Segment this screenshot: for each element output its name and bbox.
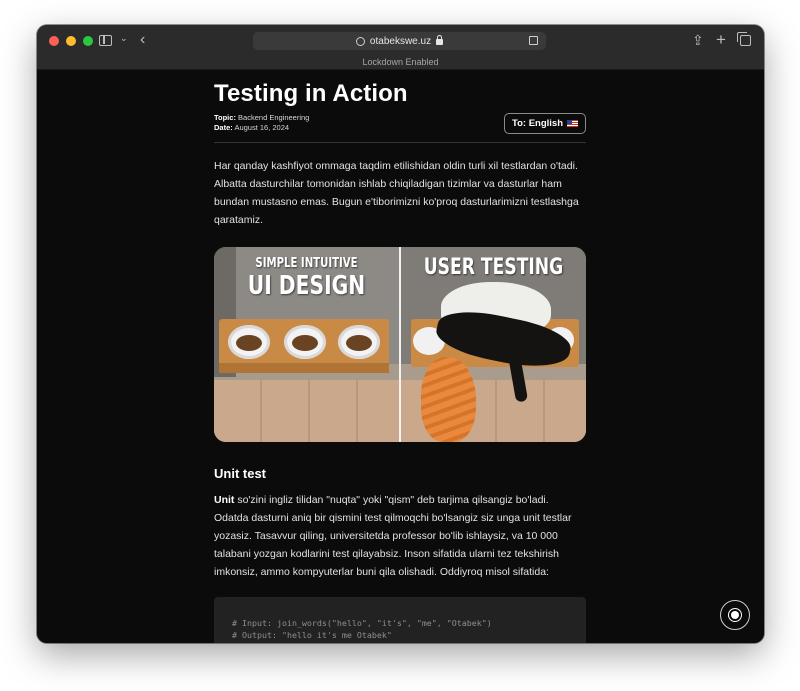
page-content[interactable]: Testing in Action Topic: Backend Enginee…: [37, 70, 764, 643]
tabs-icon[interactable]: [737, 32, 751, 46]
address-bar[interactable]: otabekswe.uz: [253, 32, 546, 50]
meme-caption-big: UI DESIGN: [247, 271, 366, 301]
code-line: # Output: "hello it's me Otabek": [232, 630, 392, 640]
minimize-window-button[interactable]: [66, 36, 76, 46]
close-window-button[interactable]: [49, 36, 59, 46]
intro-paragraph: Har qanday kashfiyot ommaga taqdim etili…: [214, 160, 579, 226]
page-title: Testing in Action: [214, 80, 408, 107]
meme-panel-right: USER TESTING: [401, 247, 586, 442]
section-heading: Unit test: [214, 466, 266, 481]
share-icon[interactable]: ⇪: [692, 33, 704, 47]
url-text: otabekswe.uz: [369, 35, 432, 47]
sun-icon: [731, 611, 739, 619]
plus-icon[interactable]: +: [716, 31, 726, 48]
theme-toggle-button[interactable]: [720, 600, 750, 630]
date-label: Date:: [214, 123, 233, 132]
reader-icon[interactable]: [529, 36, 538, 45]
lockdown-banner: Lockdown Enabled: [37, 57, 764, 70]
article-meta: Topic: Backend Engineering Date: August …: [214, 113, 586, 143]
browser-toolbar: ⌄ ‹ otabekswe.uz ⇪ +: [37, 25, 764, 57]
flag-icon: [567, 120, 578, 127]
translate-button[interactable]: To: English: [503, 113, 586, 134]
window-controls: [49, 36, 93, 46]
topic-label: Topic:: [214, 113, 236, 122]
lock-icon: [436, 35, 444, 45]
article: Testing in Action Topic: Backend Enginee…: [214, 70, 586, 643]
back-icon[interactable]: ‹: [140, 32, 145, 48]
date-value: August 16, 2024: [234, 123, 290, 132]
meme-caption-right: USER TESTING: [423, 255, 564, 280]
meme-image: SIMPLE INTUITIVE UI DESIGN USER TESTING: [214, 247, 586, 442]
topic-value: Backend Engineering: [238, 113, 310, 122]
globe-icon: [355, 36, 365, 46]
section-paragraph: Unit so'zini ingliz tilidan "nuqta" yoki…: [214, 491, 586, 581]
meme-caption-small: SIMPLE INTUITIVE: [255, 256, 358, 271]
zoom-window-button[interactable]: [83, 36, 93, 46]
chevron-down-icon[interactable]: ⌄: [120, 34, 128, 43]
code-line: # Input: join_words("hello", "it's", "me…: [232, 618, 492, 628]
section-paragraph-text: so'zini ingliz tilidan "nuqta" yoki "qis…: [214, 494, 572, 578]
browser-window: ⌄ ‹ otabekswe.uz ⇪ + Lockdown Enabled Te…: [37, 25, 764, 643]
code-block[interactable]: # Input: join_words("hello", "it's", "me…: [214, 597, 586, 643]
section-paragraph-bold: Unit: [214, 494, 235, 506]
translate-button-label: To: English: [511, 118, 563, 129]
meme-panel-left: SIMPLE INTUITIVE UI DESIGN: [214, 247, 399, 442]
sidebar-icon[interactable]: [99, 35, 112, 46]
